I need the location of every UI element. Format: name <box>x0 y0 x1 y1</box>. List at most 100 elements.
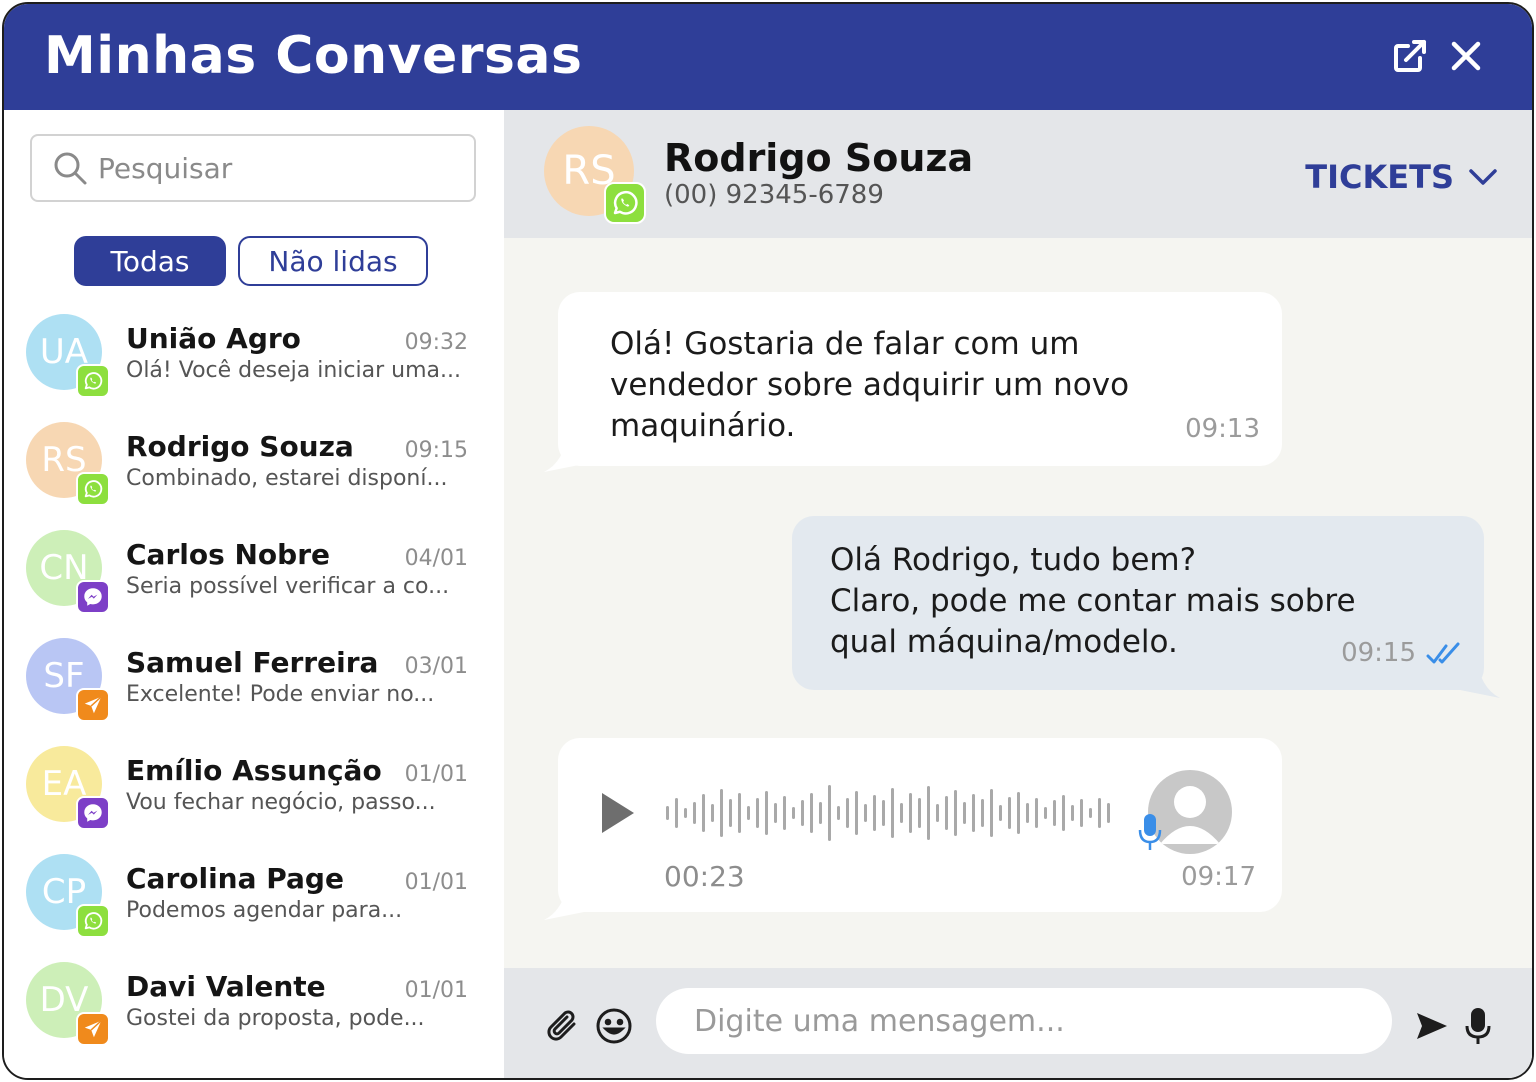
close-icon[interactable] <box>1446 36 1486 76</box>
window-header: Minhas Conversas <box>4 4 1532 110</box>
waveform-bar <box>864 804 867 822</box>
waveform-bar <box>963 802 966 824</box>
contact-list-item[interactable]: EA Emílio Assunção 01/01 Vou fechar negó… <box>4 742 504 850</box>
waveform-bar <box>972 794 975 832</box>
message-line: vendedor sobre adquirir um novo <box>610 367 1130 403</box>
contact-time: 04/01 <box>404 546 468 571</box>
message-outgoing[interactable]: Olá Rodrigo, tudo bem? Claro, pode me co… <box>792 516 1484 690</box>
message-composer <box>504 968 1532 1078</box>
contact-time: 09:32 <box>404 330 468 355</box>
contact-list-item[interactable]: SF Samuel Ferreira 03/01 Excelente! Pode… <box>4 634 504 742</box>
waveform-bar <box>1089 808 1092 818</box>
contact-list-item[interactable]: DV Davi Valente 01/01 Gostei da proposta… <box>4 958 504 1066</box>
audio-duration: 00:23 <box>664 860 745 893</box>
chat-window: Minhas Conversas Todas Não lidas UA <box>2 2 1534 1080</box>
message-line: qual máquina/modelo. <box>830 624 1178 660</box>
message-time: 09:17 <box>1181 862 1256 892</box>
waveform-bar <box>1017 792 1020 834</box>
contact-list-item[interactable]: CP Carolina Page 01/01 Podemos agendar p… <box>4 850 504 958</box>
contact-time: 01/01 <box>404 762 468 787</box>
waveform-bar <box>828 785 831 841</box>
whatsapp-icon <box>604 182 646 224</box>
contact-preview: Olá! Você deseja iniciar uma... <box>126 358 461 383</box>
microphone-record-icon[interactable] <box>1458 1006 1498 1046</box>
search-icon <box>54 152 87 185</box>
waveform-bar <box>738 793 741 833</box>
tickets-dropdown[interactable]: TICKETS <box>1305 158 1498 196</box>
contact-preview: Excelente! Pode enviar no... <box>126 682 435 707</box>
contact-preview: Seria possível verificar a co... <box>126 574 450 599</box>
waveform-bar <box>810 793 813 833</box>
contact-list-item[interactable]: UA União Agro 09:32 Olá! Você deseja ini… <box>4 310 504 418</box>
waveform-bar <box>927 786 930 840</box>
waveform-bar <box>945 796 948 830</box>
waveform-bar <box>990 789 993 837</box>
external-link-icon[interactable] <box>1390 36 1430 76</box>
waveform-bar <box>837 806 840 820</box>
contact-list-item[interactable]: CN Carlos Nobre 04/01 Seria possível ver… <box>4 526 504 634</box>
waveform-bar <box>1107 803 1110 823</box>
waveform-bar <box>792 807 795 819</box>
contact-name: Davi Valente <box>126 970 326 1003</box>
message-audio[interactable]: 00:23 09:17 <box>558 738 1282 912</box>
contact-time: 01/01 <box>404 978 468 1003</box>
waveform-bar <box>711 804 714 822</box>
waveform-bar <box>684 808 687 818</box>
contact-name: Carolina Page <box>126 862 344 895</box>
waveform-bar <box>1053 800 1056 826</box>
contact-time: 03/01 <box>404 654 468 679</box>
audio-waveform[interactable] <box>664 782 1114 844</box>
whatsapp-icon <box>76 364 110 398</box>
window-title: Minhas Conversas <box>44 26 583 86</box>
message-incoming[interactable]: Olá! Gostaria de falar com um vendedor s… <box>558 292 1282 466</box>
waveform-bar <box>882 800 885 826</box>
contact-name: Carlos Nobre <box>126 538 331 571</box>
chat-panel: RS Rodrigo Souza (00) 92345-6789 TICKETS… <box>504 110 1532 1078</box>
message-line: maquinário. <box>610 408 796 444</box>
waveform-bar <box>720 789 723 837</box>
chat-header: RS Rodrigo Souza (00) 92345-6789 TICKETS <box>504 110 1532 238</box>
filter-all-button[interactable]: Todas <box>74 236 226 286</box>
contact-preview: Combinado, estarei disponí... <box>126 466 448 491</box>
contact-name: Rodrigo Souza <box>126 430 354 463</box>
send-icon[interactable] <box>1412 1006 1452 1046</box>
contact-time: 01/01 <box>404 870 468 895</box>
waveform-bar <box>819 802 822 824</box>
waveform-bar <box>783 796 786 830</box>
tickets-label: TICKETS <box>1305 158 1454 196</box>
play-icon[interactable] <box>598 790 638 836</box>
waveform-bar <box>1008 797 1011 829</box>
contact-preview: Podemos agendar para... <box>126 898 403 923</box>
microphone-icon <box>1138 814 1162 850</box>
contact-preview: Vou fechar negócio, passo... <box>126 790 436 815</box>
contact-list-item[interactable]: RS Rodrigo Souza 09:15 Combinado, estare… <box>4 418 504 526</box>
emoji-icon[interactable] <box>594 1006 634 1046</box>
waveform-bar <box>1035 798 1038 828</box>
messenger-icon <box>76 580 110 614</box>
paperclip-icon[interactable] <box>544 1006 584 1046</box>
waveform-bar <box>1098 798 1101 828</box>
conversation-sidebar: Todas Não lidas UA União Agro 09:32 Olá!… <box>4 110 504 1078</box>
waveform-bar <box>999 805 1002 821</box>
message-line: Claro, pode me contar mais sobre <box>830 583 1356 619</box>
waveform-bar <box>846 798 849 828</box>
waveform-bar <box>702 794 705 832</box>
filter-unread-button[interactable]: Não lidas <box>238 236 428 286</box>
message-input[interactable] <box>656 988 1392 1054</box>
waveform-bar <box>900 803 903 823</box>
contact-time: 09:15 <box>404 438 468 463</box>
waveform-bar <box>954 790 957 836</box>
filter-tabs: Todas Não lidas <box>74 236 428 286</box>
whatsapp-icon <box>76 904 110 938</box>
waveform-bar <box>801 800 804 826</box>
search-input[interactable] <box>98 151 458 185</box>
waveform-bar <box>774 803 777 823</box>
contact-preview: Gostei da proposta, pode... <box>126 1006 425 1031</box>
waveform-bar <box>1044 807 1047 819</box>
search-box[interactable] <box>30 134 476 202</box>
waveform-bar <box>675 798 678 828</box>
telegram-icon <box>76 1012 110 1046</box>
contact-name: Emílio Assunção <box>126 754 382 787</box>
message-line: Olá Rodrigo, tudo bem? <box>830 542 1197 578</box>
telegram-icon <box>76 688 110 722</box>
